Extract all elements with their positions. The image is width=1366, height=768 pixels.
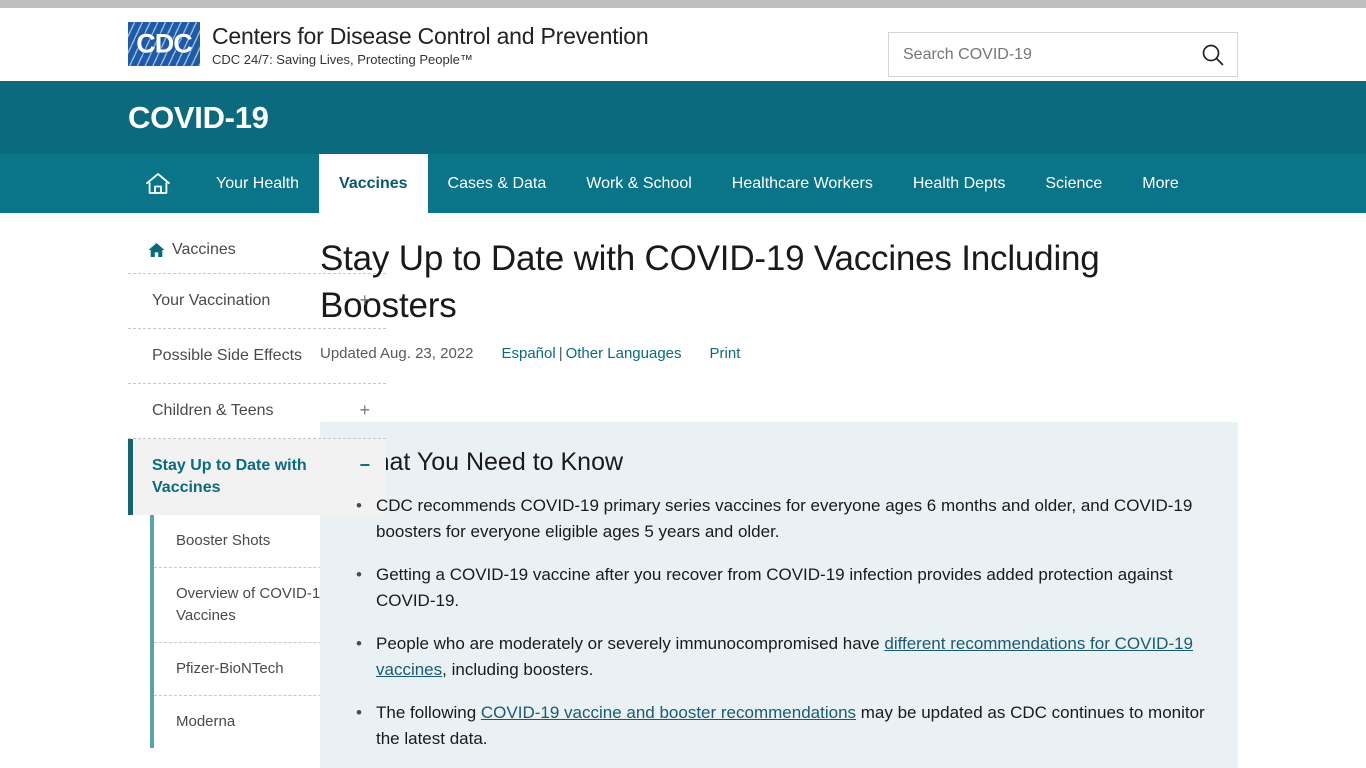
sidebar-item-label: Stay Up to Date with Vaccines — [152, 457, 307, 496]
inline-link[interactable]: COVID-19 vaccine and booster recommendat… — [481, 703, 856, 722]
nav-item-cases-data[interactable]: Cases & Data — [428, 154, 567, 213]
site-title-band: COVID-19 — [0, 81, 1366, 154]
page-title: Stay Up to Date with COVID-19 Vaccines I… — [320, 239, 1100, 325]
sidebar-item-your-vaccination[interactable]: Your Vaccination + — [128, 274, 386, 329]
cdc-logo-text: CDC — [136, 28, 193, 59]
inline-link[interactable]: different recommendations for COVID-19 v… — [376, 634, 1193, 679]
agency-name: Centers for Disease Control and Preventi… — [212, 23, 649, 49]
expand-toggle-icon[interactable]: + — [359, 290, 370, 310]
print-link[interactable]: Print — [710, 345, 741, 362]
agency-tagline: CDC 24/7: Saving Lives, Protecting Peopl… — [212, 52, 473, 67]
nav-home-link[interactable] — [128, 154, 196, 213]
top-gray-strip — [0, 0, 1366, 8]
nav-item-healthcare-workers[interactable]: Healthcare Workers — [712, 154, 893, 213]
nav-item-your-health[interactable]: Your Health — [196, 154, 319, 213]
list-item: Getting a COVID-19 vaccine after you rec… — [356, 562, 1208, 614]
callout-bullet-list: CDC recommends COVID-19 primary series v… — [338, 493, 1208, 752]
list-item: People who are moderately or severely im… — [356, 631, 1208, 683]
page-body: Vaccines Your Vaccination + Possible Sid… — [0, 213, 1366, 768]
sidebar-item-label: Possible Side Effects — [152, 347, 303, 364]
nav-item-health-depts[interactable]: Health Depts — [893, 154, 1026, 213]
sidebar-home-label: Vaccines — [172, 241, 236, 258]
list-item: The following COVID-19 vaccine and boost… — [356, 700, 1208, 752]
expand-toggle-icon[interactable]: + — [359, 400, 370, 420]
language-links: Español | Other Languages — [501, 345, 681, 362]
nav-item-more[interactable]: More — [1122, 154, 1198, 213]
main-content: Stay Up to Date with COVID-19 Vaccines I… — [258, 213, 1366, 768]
search-button[interactable] — [1189, 33, 1237, 76]
what-you-need-to-know-box: What You Need to Know CDC recommends COV… — [320, 422, 1238, 768]
sidebar-item-label: Your Vaccination — [152, 292, 271, 309]
sidebar: Vaccines Your Vaccination + Possible Sid… — [0, 213, 386, 748]
search-input[interactable] — [889, 33, 1189, 76]
home-filled-icon — [148, 243, 165, 257]
cdc-logo-link[interactable]: CDC Centers for Disease Control and Prev… — [128, 22, 649, 69]
list-item: CDC recommends COVID-19 primary series v… — [356, 493, 1208, 545]
cdc-header: CDC Centers for Disease Control and Prev… — [0, 8, 1366, 81]
sidebar-item-children-teens[interactable]: Children & Teens + — [128, 384, 386, 439]
search-bar[interactable] — [888, 32, 1238, 77]
nav-item-science[interactable]: Science — [1025, 154, 1122, 213]
sidebar-item-possible-side-effects[interactable]: Possible Side Effects — [128, 329, 386, 384]
cdc-logo-icon: CDC — [128, 22, 200, 66]
sidebar-item-stay-up-to-date[interactable]: Stay Up to Date with Vaccines − — [128, 439, 386, 515]
sidebar-item-label: Children & Teens — [152, 402, 274, 419]
callout-heading: What You Need to Know — [352, 448, 624, 476]
nav-item-vaccines[interactable]: Vaccines — [319, 154, 428, 213]
search-icon — [1202, 44, 1224, 65]
home-icon — [146, 172, 170, 194]
page-meta-row: Updated Aug. 23, 2022 Español | Other Lang… — [320, 345, 1238, 362]
main-navigation: Your Health Vaccines Cases & Data Work &… — [0, 154, 1366, 213]
collapse-toggle-icon[interactable]: − — [359, 455, 370, 475]
site-title[interactable]: COVID-19 — [128, 100, 269, 136]
espanol-link[interactable]: Español — [501, 345, 555, 362]
link-separator: | — [558, 345, 563, 362]
other-languages-link[interactable]: Other Languages — [566, 345, 682, 362]
nav-item-work-school[interactable]: Work & School — [566, 154, 712, 213]
